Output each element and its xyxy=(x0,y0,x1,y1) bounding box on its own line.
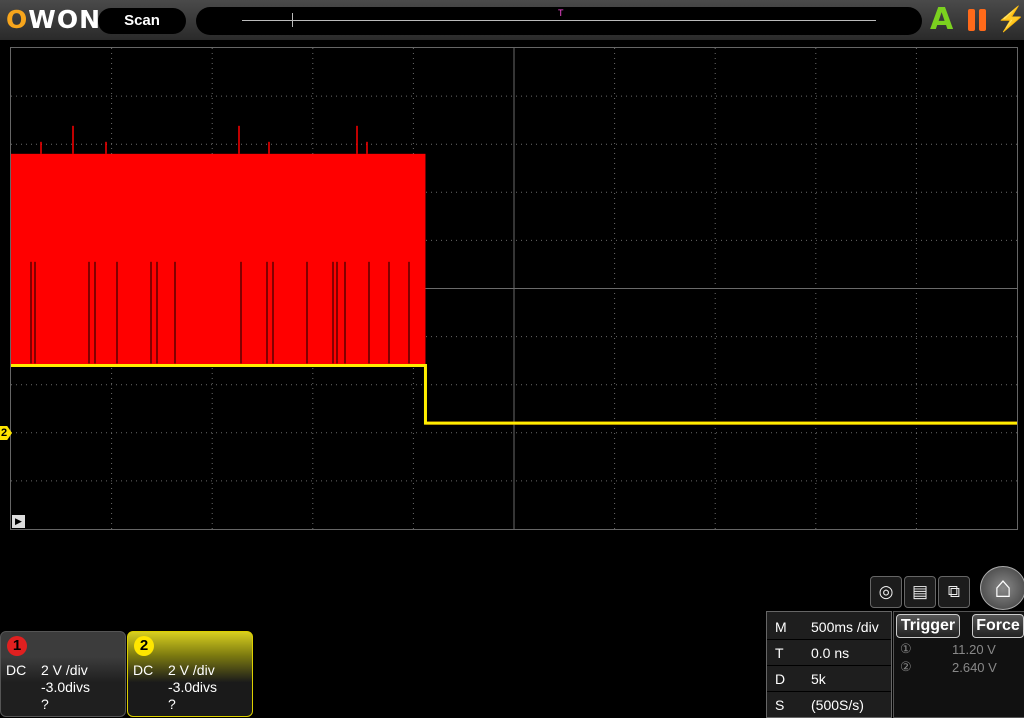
sample-rate-value: (500S/s) xyxy=(811,697,864,713)
save-icon[interactable]: ▤ xyxy=(904,576,936,608)
ch1-badge: 1 xyxy=(7,636,27,656)
record-depth-row: D 5k xyxy=(767,666,891,692)
ch2-offset: -3.0divs xyxy=(168,679,218,695)
record-depth-value: 5k xyxy=(811,671,826,687)
ch2-coupling: DC xyxy=(133,662,154,678)
ch1-offset: -3.0divs xyxy=(41,679,91,695)
owon-logo: OWON xyxy=(6,5,102,34)
trigger-delay-label: T xyxy=(775,645,784,661)
screenshot-icon[interactable]: ◎ xyxy=(870,576,902,608)
timeline-window-marker xyxy=(292,13,293,27)
waveform-display[interactable] xyxy=(10,47,1018,530)
trigger-ch1-icon: ① xyxy=(900,641,912,656)
timebase-label: M xyxy=(775,619,787,635)
ch2-volts-per-div: 2 V /div xyxy=(168,662,215,678)
ch2-probe: ? xyxy=(168,696,176,712)
memory-timeline-bar[interactable]: T xyxy=(196,7,922,35)
waveform-svg xyxy=(11,48,1017,529)
timeline-track xyxy=(242,20,876,21)
ch1-volts-per-div: 2 V /div xyxy=(41,662,88,678)
trigger-delay-row: T 0.0 ns xyxy=(767,640,891,666)
trigger-ch1-level: 11.20 V xyxy=(952,642,996,657)
top-toolbar: OWON Scan T A ⚡ xyxy=(0,0,1024,40)
run-marker-icon: ▶ xyxy=(12,515,25,528)
sample-rate-row: S (500S/s) xyxy=(767,692,891,717)
trigger-ch2-icon: ② xyxy=(900,659,912,674)
sample-rate-label: S xyxy=(775,697,785,713)
home-icon[interactable]: ⌂ xyxy=(980,566,1024,610)
lightning-icon[interactable]: ⚡ xyxy=(996,6,1024,34)
timebase-value: 500ms /div xyxy=(811,619,879,635)
trigger-button[interactable]: Trigger xyxy=(896,614,960,638)
timebase-panel[interactable]: M 500ms /div T 0.0 ns D 5k S (500S/s) xyxy=(766,611,892,718)
ch2-badge: 2 xyxy=(134,636,154,656)
trigger-panel: Trigger Force ① 11.20 V ② 2.640 V xyxy=(893,611,1024,718)
trigger-delay-value: 0.0 ns xyxy=(811,645,850,661)
ch1-coupling: DC xyxy=(6,662,27,678)
trigger-position-marker: T xyxy=(558,8,564,18)
ch1-burst xyxy=(11,153,426,366)
trigger-ch2-level: 2.640 V xyxy=(952,660,997,675)
acquire-mode-button[interactable]: Scan xyxy=(98,8,186,34)
pause-icon[interactable] xyxy=(968,9,990,31)
ch2-info-panel[interactable]: 2 DC 2 V /div -3.0divs ? xyxy=(127,631,253,717)
ch1-probe: ? xyxy=(41,696,49,712)
window-icon[interactable]: ⧉ xyxy=(938,576,970,608)
record-depth-label: D xyxy=(775,671,786,687)
trigger-status-indicator: A xyxy=(930,2,954,37)
timebase-row: M 500ms /div xyxy=(767,614,891,640)
force-button[interactable]: Force xyxy=(972,614,1024,638)
ch1-info-panel[interactable]: 1 DC 2 V /div -3.0divs ? xyxy=(0,631,126,717)
